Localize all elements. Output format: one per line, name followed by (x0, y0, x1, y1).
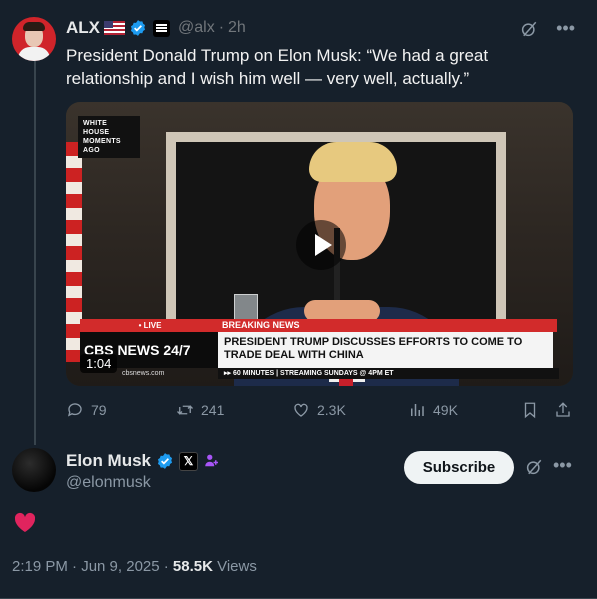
share-button[interactable] (554, 401, 572, 419)
news-headline: PRESIDENT TRUMP DISCUSSES EFFORTS TO COM… (218, 332, 553, 368)
tweet-action-bar: 79 241 2.3K 49K (66, 401, 573, 423)
heart-outline-icon (294, 403, 308, 417)
video-duration: 1:04 (80, 354, 118, 373)
news-ticker: ▸▸ 60 MINUTES | STREAMING SUNDAYS @ 4PM … (218, 368, 559, 379)
tweet-text: President Donald Trump on Elon Musk: “We… (66, 46, 489, 88)
view-count: 49K (433, 402, 458, 418)
reply-author-handle[interactable]: @elonmusk (66, 474, 151, 492)
analytics-icon (411, 404, 424, 416)
author-handle[interactable]: @alx (178, 19, 215, 37)
more-options-icon[interactable]: ••• (553, 455, 572, 476)
live-label: • LIVE (80, 319, 220, 332)
share-icon (556, 402, 570, 417)
avatar-elon-musk[interactable] (12, 448, 56, 492)
separator-dot: · (218, 19, 225, 36)
like-count: 2.3K (317, 402, 346, 418)
reply-icon (67, 403, 82, 417)
author-name[interactable]: ALX (66, 18, 100, 38)
grok-icon[interactable] (525, 458, 543, 476)
views-button[interactable]: 49K (408, 401, 458, 419)
repost-count: 241 (201, 402, 225, 418)
repost-button[interactable]: 241 (176, 401, 224, 419)
x-affiliate-icon[interactable]: 𝕏 (179, 451, 199, 471)
thread-line (34, 60, 36, 445)
bookmark-button[interactable] (521, 401, 539, 419)
affiliate-badge-icon[interactable] (153, 19, 170, 37)
breaking-news-label: BREAKING NEWS (218, 319, 557, 332)
footer-views-label: Views (212, 558, 257, 575)
heart-emoji-icon (14, 512, 36, 532)
tweet-header: ALX @alx · 2h (66, 17, 246, 39)
subscribe-button[interactable]: Subscribe (404, 451, 514, 484)
footer-view-count: 58.5K (172, 558, 213, 575)
repost-icon (177, 405, 193, 415)
reply-author-row: Elon Musk 𝕏 (66, 451, 221, 471)
reply-author-name[interactable]: Elon Musk (66, 451, 151, 471)
network-url: cbsnews.com (122, 370, 165, 377)
like-button[interactable]: 2.3K (292, 401, 346, 419)
play-button-icon[interactable] (296, 220, 346, 270)
tweet-top-actions: ••• (520, 18, 575, 39)
verified-badge-icon[interactable] (129, 19, 147, 37)
more-options-icon[interactable]: ••• (556, 18, 575, 39)
reply-button[interactable]: 79 (66, 401, 107, 419)
us-flag-icon (104, 21, 125, 35)
reply-count: 79 (91, 402, 107, 418)
verified-badge-icon[interactable] (156, 452, 174, 470)
grok-icon[interactable] (520, 20, 538, 38)
video-corner-tag: WHITE HOUSE MOMENTS AGO (78, 116, 140, 158)
bookmark-icon (524, 402, 536, 419)
footer-timestamp[interactable]: 2:19 PM · Jun 9, 2025 · (12, 558, 173, 575)
tweet-time[interactable]: 2h (228, 19, 246, 37)
people-icon (205, 454, 219, 467)
video-player[interactable]: WHITE HOUSE MOMENTS AGO • LIVE BREAKING … (66, 102, 573, 386)
tweet-footer: 2:19 PM · Jun 9, 2025 · 58.5K Views (12, 558, 257, 575)
avatar-alx[interactable] (12, 17, 56, 61)
